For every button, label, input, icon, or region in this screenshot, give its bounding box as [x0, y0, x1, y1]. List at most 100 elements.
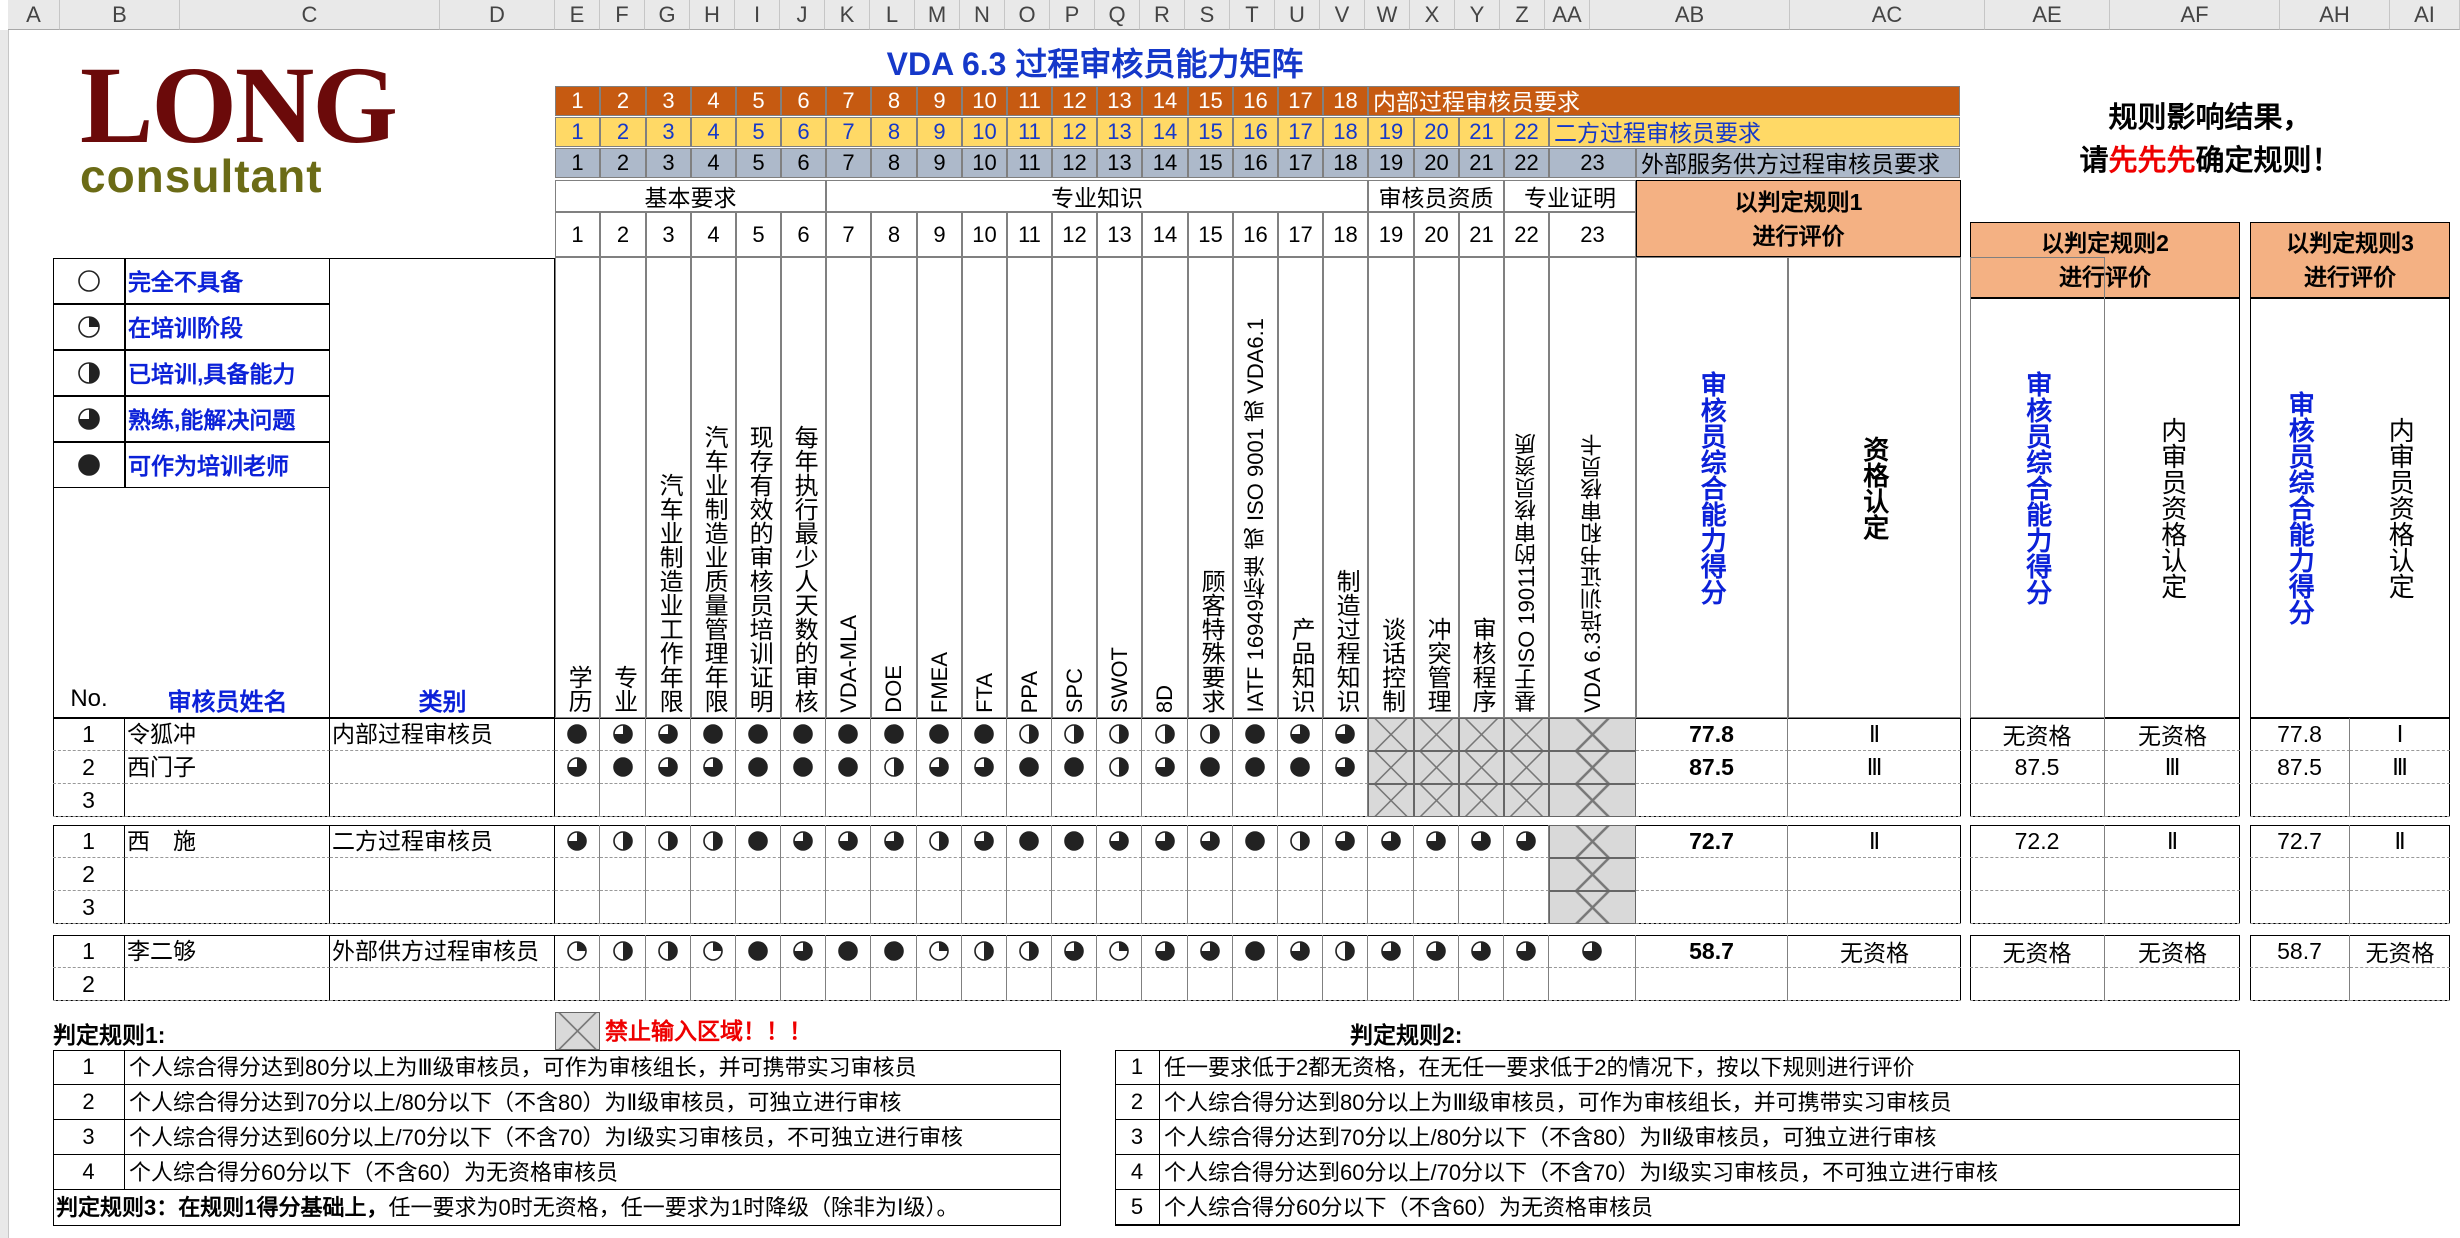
level-cell[interactable]	[1278, 751, 1323, 784]
column-header[interactable]: I	[735, 0, 780, 30]
level-cell[interactable]	[1459, 968, 1504, 1001]
level-cell[interactable]	[555, 935, 600, 968]
level-cell[interactable]	[600, 858, 646, 891]
level-cell[interactable]	[871, 891, 917, 924]
level-cell[interactable]	[646, 718, 691, 751]
level-cell[interactable]	[1459, 935, 1504, 968]
level-cell[interactable]	[1097, 935, 1142, 968]
level-cell[interactable]	[962, 891, 1007, 924]
level-cell[interactable]	[555, 858, 600, 891]
level-cell[interactable]	[917, 968, 962, 1001]
column-header[interactable]: Y	[1455, 0, 1500, 30]
level-cell[interactable]	[871, 935, 917, 968]
level-cell[interactable]	[781, 784, 826, 817]
level-cell[interactable]	[917, 858, 962, 891]
level-cell[interactable]	[646, 891, 691, 924]
column-header[interactable]: L	[870, 0, 915, 30]
level-cell[interactable]	[1188, 825, 1233, 858]
level-cell[interactable]	[1097, 751, 1142, 784]
level-cell[interactable]	[1142, 891, 1188, 924]
auditor-name-cell[interactable]	[125, 784, 330, 817]
level-cell[interactable]	[917, 935, 962, 968]
level-cell[interactable]	[962, 751, 1007, 784]
level-cell[interactable]	[1007, 718, 1052, 751]
level-cell[interactable]	[781, 935, 826, 968]
category-cell[interactable]: 二方过程审核员	[330, 825, 555, 858]
level-cell[interactable]	[1549, 968, 1636, 1001]
level-cell[interactable]	[826, 968, 871, 1001]
level-cell[interactable]	[1007, 935, 1052, 968]
level-cell[interactable]	[871, 825, 917, 858]
level-cell[interactable]	[646, 858, 691, 891]
level-cell[interactable]	[1323, 784, 1368, 817]
level-cell[interactable]	[917, 784, 962, 817]
auditor-name-cell[interactable]: 李二够	[125, 935, 330, 968]
level-cell[interactable]	[871, 968, 917, 1001]
level-cell[interactable]	[1414, 935, 1459, 968]
column-header[interactable]: H	[690, 0, 735, 30]
level-cell[interactable]	[1323, 858, 1368, 891]
level-cell[interactable]	[962, 935, 1007, 968]
level-cell[interactable]	[1097, 784, 1142, 817]
level-cell[interactable]	[691, 825, 736, 858]
level-cell[interactable]	[1414, 825, 1459, 858]
level-cell[interactable]	[826, 784, 871, 817]
level-cell[interactable]	[555, 891, 600, 924]
level-cell[interactable]	[871, 784, 917, 817]
level-cell[interactable]	[917, 825, 962, 858]
category-cell[interactable]	[330, 751, 555, 784]
level-cell[interactable]	[600, 751, 646, 784]
level-cell[interactable]	[1052, 718, 1097, 751]
level-cell[interactable]	[1459, 891, 1504, 924]
level-cell[interactable]	[826, 891, 871, 924]
level-cell[interactable]	[1233, 968, 1278, 1001]
level-cell[interactable]	[1323, 751, 1368, 784]
level-cell[interactable]	[691, 784, 736, 817]
column-header[interactable]: X	[1410, 0, 1455, 30]
level-cell[interactable]	[826, 751, 871, 784]
level-cell[interactable]	[1142, 751, 1188, 784]
level-cell[interactable]	[781, 858, 826, 891]
level-cell[interactable]	[826, 935, 871, 968]
auditor-name-cell[interactable]	[125, 858, 330, 891]
level-cell[interactable]	[600, 825, 646, 858]
level-cell[interactable]	[826, 825, 871, 858]
auditor-name-cell[interactable]	[125, 968, 330, 1001]
level-cell[interactable]	[736, 751, 781, 784]
level-cell[interactable]	[1007, 751, 1052, 784]
row-no[interactable]: 1	[53, 718, 125, 751]
column-header[interactable]: AI	[2390, 0, 2460, 30]
column-header[interactable]: S	[1185, 0, 1230, 30]
level-cell[interactable]	[1504, 891, 1549, 924]
level-cell[interactable]	[691, 718, 736, 751]
column-header[interactable]: D	[440, 0, 555, 30]
column-header[interactable]: AE	[1985, 0, 2110, 30]
level-cell[interactable]	[555, 784, 600, 817]
level-cell[interactable]	[1188, 784, 1233, 817]
level-cell[interactable]	[555, 825, 600, 858]
level-cell[interactable]	[646, 751, 691, 784]
level-cell[interactable]	[871, 858, 917, 891]
level-cell[interactable]	[600, 891, 646, 924]
level-cell[interactable]	[1188, 968, 1233, 1001]
level-cell[interactable]	[600, 968, 646, 1001]
level-cell[interactable]	[1368, 825, 1414, 858]
column-header[interactable]: P	[1050, 0, 1095, 30]
level-cell[interactable]	[1007, 891, 1052, 924]
category-cell[interactable]	[330, 968, 555, 1001]
level-cell[interactable]	[781, 718, 826, 751]
row-no[interactable]: 2	[53, 858, 125, 891]
level-cell[interactable]	[1052, 858, 1097, 891]
level-cell[interactable]	[1549, 935, 1636, 968]
level-cell[interactable]	[1052, 935, 1097, 968]
level-cell[interactable]	[1007, 858, 1052, 891]
auditor-name-cell[interactable]	[125, 891, 330, 924]
level-cell[interactable]	[1323, 935, 1368, 968]
level-cell[interactable]	[1007, 784, 1052, 817]
level-cell[interactable]	[1278, 858, 1323, 891]
column-header[interactable]: C	[180, 0, 440, 30]
level-cell[interactable]	[1188, 891, 1233, 924]
level-cell[interactable]	[1188, 858, 1233, 891]
level-cell[interactable]	[781, 825, 826, 858]
row-no[interactable]: 2	[53, 968, 125, 1001]
